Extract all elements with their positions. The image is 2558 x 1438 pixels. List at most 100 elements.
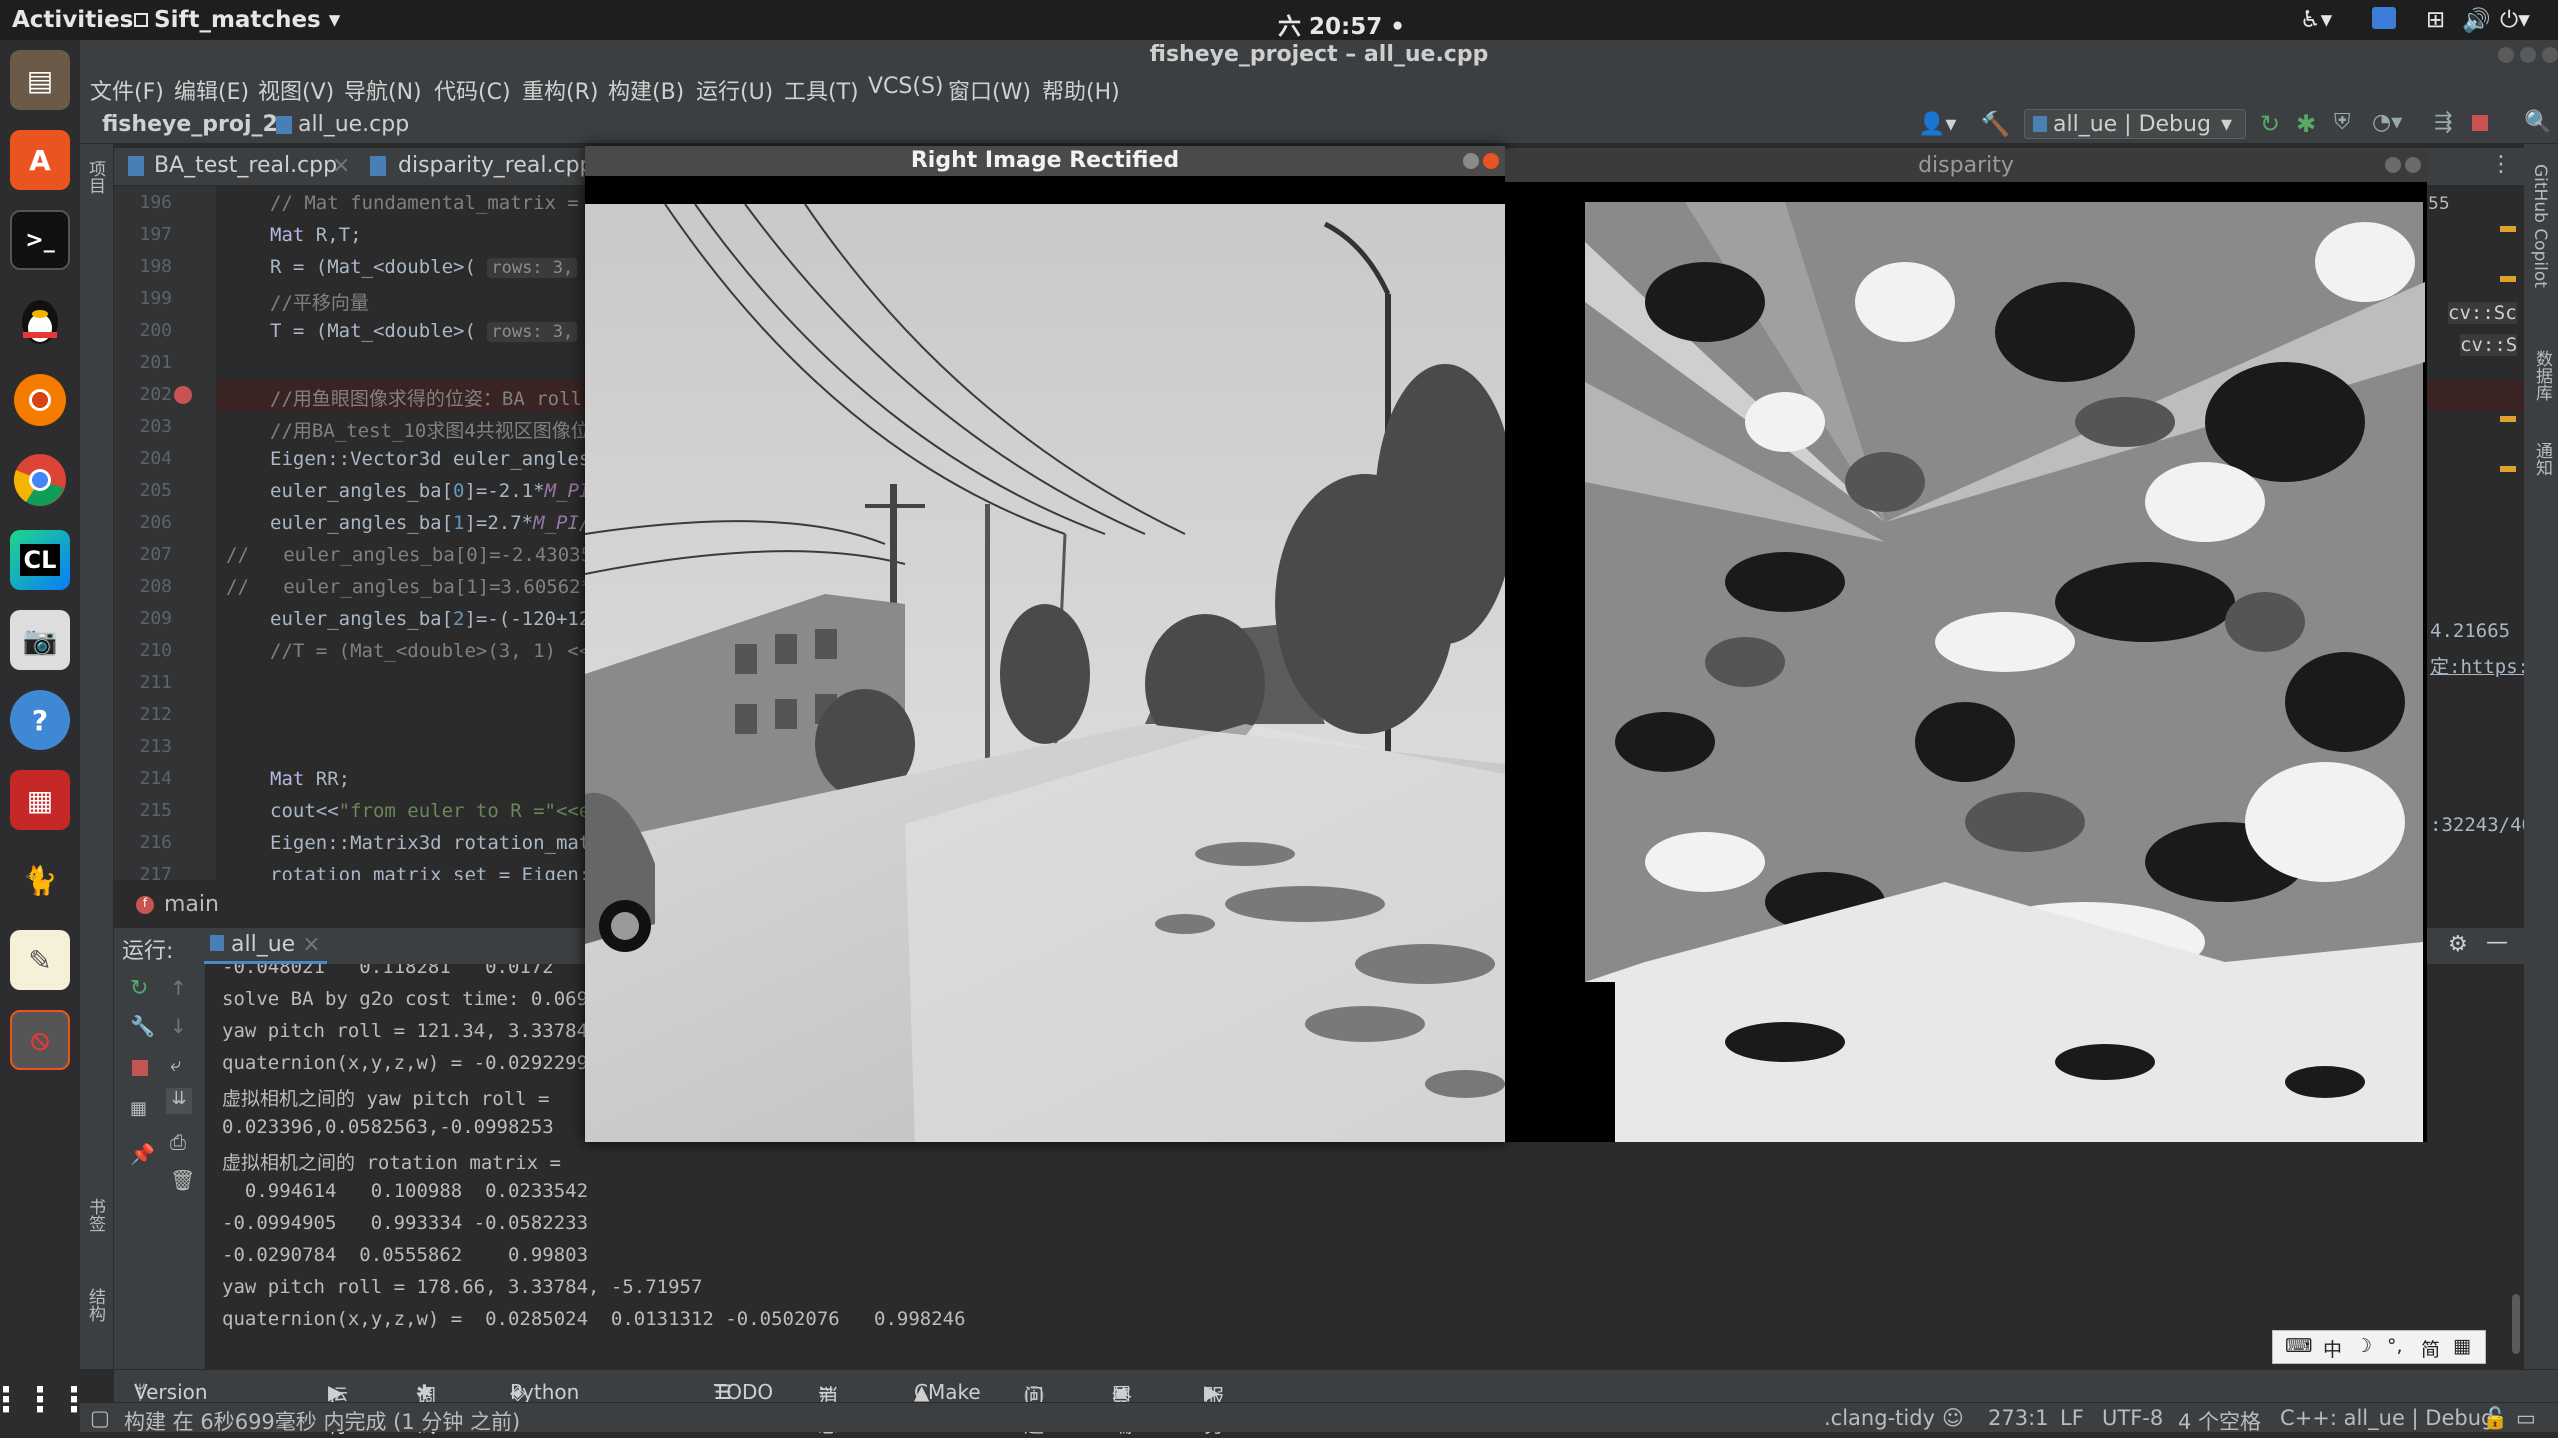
chromium-icon[interactable] [10, 370, 70, 430]
search-icon[interactable]: 🔍 [2524, 110, 2551, 135]
window-titlebar[interactable]: Right Image Rectified [585, 146, 1505, 176]
tab-ba-test-real[interactable]: BA_test_real.cpp [154, 153, 337, 178]
run-tab[interactable]: all_ue × [204, 932, 327, 964]
software-store-icon[interactable]: A [10, 130, 70, 190]
tab-disparity-real[interactable]: disparity_real.cpp [398, 153, 594, 178]
help-icon[interactable]: ? [10, 690, 70, 750]
breadcrumb-project[interactable]: fisheye_proj_2 [102, 112, 278, 137]
accessibility-icon[interactable]: ♿▾ [2300, 7, 2332, 33]
menu-navigate[interactable]: 导航(N) [344, 74, 422, 106]
rerun-icon[interactable]: ↻ [2260, 110, 2280, 138]
menu-file[interactable]: 文件(F) [90, 74, 164, 106]
clang-tidy-status[interactable]: .clang-tidy [1824, 1406, 1935, 1430]
minimize-button[interactable] [2498, 47, 2514, 63]
menu-vcs[interactable]: VCS(S) [868, 74, 944, 99]
error-stripe-marker[interactable] [2500, 466, 2516, 472]
breadcrumb-file[interactable]: all_ue.cpp [298, 112, 409, 137]
pin-icon[interactable]: 📌 [130, 1142, 155, 1166]
arrow-down-icon[interactable]: ↓ [170, 1014, 187, 1038]
error-stripe-marker[interactable] [2500, 226, 2516, 232]
minimize-panel-icon[interactable]: — [2486, 930, 2508, 955]
chrome-icon[interactable] [10, 450, 70, 510]
layout-icon[interactable]: ▦ [130, 1098, 147, 1119]
soft-wrap-icon[interactable]: ⤶ [170, 1052, 181, 1076]
more-tabs-icon[interactable]: ⋮ [2490, 152, 2512, 177]
close-icon[interactable]: × [332, 153, 350, 178]
close-button[interactable] [2405, 157, 2421, 173]
print-icon[interactable]: ⎙ [170, 1130, 186, 1154]
terminal-icon[interactable]: >_ [10, 210, 70, 270]
menu-help[interactable]: 帮助(H) [1042, 74, 1120, 106]
clion-icon[interactable]: CL [10, 530, 70, 590]
ime-grid-icon[interactable]: ▦ [2453, 1335, 2471, 1357]
activities-button[interactable]: Activities [12, 7, 133, 33]
close-button[interactable] [1483, 153, 1499, 169]
window-titlebar[interactable]: disparity [1505, 150, 2427, 182]
cat-icon[interactable]: 🐈 [10, 850, 70, 910]
memory-indicator-icon[interactable]: ▭ [2516, 1406, 2536, 1430]
rerun-icon[interactable]: ↻ [130, 976, 148, 1001]
punctuation-icon[interactable]: °, [2387, 1335, 2403, 1357]
menu-build[interactable]: 构建(B) [608, 74, 684, 106]
apps-grid-icon[interactable]: ⋮⋮⋮ [0, 1370, 91, 1430]
cursor-position[interactable]: 273:1 [1988, 1406, 2049, 1430]
input-method-icon[interactable] [2372, 7, 2396, 29]
files-icon[interactable]: ▤ [10, 50, 70, 110]
stop-icon[interactable] [2472, 115, 2488, 131]
ime-mode-chinese[interactable]: 中 [2323, 1335, 2342, 1362]
notifications-tool-tab[interactable]: 通知 [2530, 442, 2555, 476]
qq-icon[interactable] [10, 290, 70, 350]
breadcrumb-function[interactable]: main [164, 892, 219, 917]
file-encoding[interactable]: UTF-8 [2102, 1406, 2163, 1430]
scroll-to-end-icon[interactable]: ⇊ [166, 1088, 192, 1114]
layout-toggle-icon[interactable]: ▢ [90, 1406, 110, 1430]
gear-icon[interactable]: ⚙ [2448, 932, 2468, 957]
volume-icon[interactable]: 🔊 [2462, 7, 2491, 34]
coverage-icon[interactable]: ⛨ [2334, 110, 2351, 135]
database-tool-tab[interactable]: 数据库 [2530, 350, 2555, 401]
ime-simplified[interactable]: 简 [2421, 1335, 2440, 1362]
menu-refactor[interactable]: 重构(R) [522, 74, 598, 106]
debug-bug-icon[interactable]: ✱ [2296, 110, 2316, 138]
minimize-button[interactable] [1463, 153, 1479, 169]
menu-tools[interactable]: 工具(T) [784, 74, 859, 106]
resolve-context[interactable]: C++: all_ue | Debug [2280, 1406, 2494, 1430]
no-entry-icon[interactable]: ⦸ [10, 1010, 70, 1070]
camera-icon[interactable]: 📷 [10, 610, 70, 670]
wrench-icon[interactable]: 🔧 [130, 1014, 155, 1038]
run-config-dropdown[interactable]: all_ue | Debug ▾ [2024, 109, 2246, 139]
build-hammer-icon[interactable]: 🔨 [1980, 110, 2010, 138]
network-icon[interactable]: ⊞ [2426, 7, 2445, 33]
keyboard-icon[interactable]: ⌨ [2285, 1335, 2312, 1357]
close-icon[interactable]: × [302, 932, 320, 957]
maximize-button[interactable] [2520, 47, 2536, 63]
structure-tool-tab[interactable]: 结构 [85, 1288, 108, 1322]
scrollbar-thumb[interactable] [2512, 1294, 2520, 1354]
error-stripe-marker[interactable] [2500, 276, 2516, 282]
user-icon[interactable]: 👤▾ [1918, 112, 1956, 137]
arrow-up-icon[interactable]: ↑ [170, 976, 187, 1000]
power-icon[interactable]: ⏻▾ [2500, 7, 2530, 33]
copilot-tool-tab[interactable]: GitHub Copilot [2530, 164, 2550, 288]
moon-icon[interactable]: ☽ [2355, 1335, 2372, 1357]
text-editor-icon[interactable]: ✎ [10, 930, 70, 990]
minimize-button[interactable] [2385, 157, 2401, 173]
line-separator[interactable]: LF [2060, 1406, 2084, 1430]
stop-icon[interactable] [132, 1060, 148, 1076]
lock-icon[interactable]: 🔓 [2482, 1406, 2508, 1431]
right-image-rectified-window[interactable]: Right Image Rectified [585, 146, 1505, 1142]
copilot-icon[interactable]: ☺ [1942, 1406, 1964, 1430]
clock[interactable]: 六 20:57 • [1278, 7, 1405, 41]
trash-icon[interactable]: 🗑 [170, 1168, 195, 1192]
console-scrollbar[interactable] [2508, 964, 2524, 1369]
menu-run[interactable]: 运行(U) [696, 74, 773, 106]
input-method-toolbar[interactable]: ⌨ 中 ☽ °, 简 ▦ [2272, 1330, 2486, 1364]
menu-edit[interactable]: 编辑(E) [174, 74, 249, 106]
disparity-window[interactable]: disparity [1505, 150, 2427, 1142]
menu-window[interactable]: 窗口(W) [948, 74, 1031, 106]
app-icon[interactable]: ▦ [10, 770, 70, 830]
menu-view[interactable]: 视图(V) [258, 74, 334, 106]
attach-icon[interactable]: ⇶ [2434, 110, 2452, 135]
error-stripe-marker[interactable] [2500, 416, 2516, 422]
app-menu[interactable]: Sift_matches ▾ [134, 7, 340, 33]
